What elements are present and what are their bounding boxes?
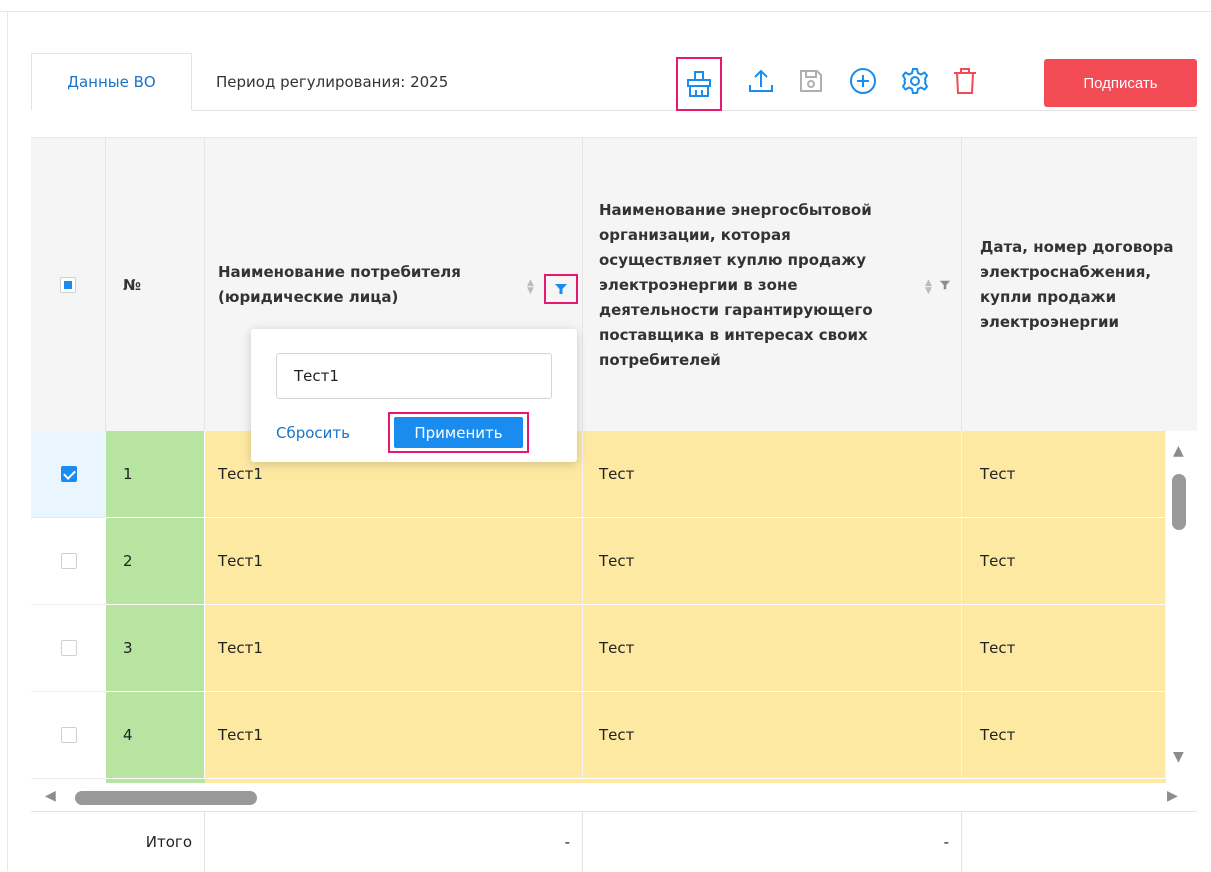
- column-header-label: Наименование энергосбытовой организации,…: [599, 200, 873, 369]
- filter-apply-button[interactable]: Применить: [394, 417, 523, 448]
- table-row[interactable]: 1 Тест1 Тест Тест: [31, 431, 1166, 518]
- broom-icon: [687, 71, 711, 97]
- clear-filters-button[interactable]: [676, 57, 722, 111]
- cell-energy-org[interactable]: Тест: [583, 692, 962, 779]
- select-all-checkbox[interactable]: [60, 277, 76, 293]
- table-header: № Наименование потребителя (юридические …: [31, 137, 1197, 432]
- cell-contract[interactable]: Тест: [962, 518, 1166, 605]
- table-row[interactable]: 2 Тест1 Тест Тест: [31, 518, 1166, 605]
- horizontal-scrollbar[interactable]: ◀ ▶: [31, 783, 1197, 811]
- vertical-scrollbar[interactable]: ▲ ▼: [1167, 431, 1195, 774]
- header-select-all-cell: [31, 138, 106, 432]
- row-checkbox-cell: [31, 605, 106, 692]
- apply-highlight: Применить: [388, 412, 529, 453]
- header-energy-org: Наименование энергосбытовой организации,…: [583, 138, 962, 432]
- sort-icon[interactable]: ▲ ▼: [925, 279, 932, 296]
- row-checkbox[interactable]: [60, 640, 77, 656]
- row-checkbox-cell: [31, 518, 106, 605]
- filter-icon[interactable]: [939, 279, 951, 291]
- sort-icon[interactable]: ▲ ▼: [527, 279, 534, 296]
- cell-number: 1: [106, 431, 205, 518]
- tab-label: Период регулирования: 2025: [216, 72, 449, 91]
- tab-label: Данные ВО: [67, 73, 156, 91]
- cell-contract[interactable]: Тест: [962, 605, 1166, 692]
- cell-consumer[interactable]: Тест1: [205, 518, 583, 605]
- row-checkbox[interactable]: [60, 553, 77, 569]
- scroll-right-arrow-icon[interactable]: ▶: [1167, 788, 1178, 804]
- upload-icon: [749, 69, 773, 92]
- delete-button[interactable]: [947, 63, 983, 99]
- scroll-down-arrow-icon[interactable]: ▼: [1173, 749, 1184, 765]
- save-button[interactable]: [793, 63, 829, 99]
- totals-label: Итого: [31, 812, 205, 872]
- tab-regulation-period[interactable]: Период регулирования: 2025: [192, 53, 687, 111]
- cell-contract[interactable]: Тест: [962, 431, 1166, 518]
- header-contract: Дата, номер договора электроснабжения, к…: [962, 138, 1197, 432]
- cell-energy-org[interactable]: Тест: [583, 605, 962, 692]
- column-header-label: Дата, номер договора электроснабжения, к…: [980, 238, 1174, 331]
- scroll-left-arrow-icon[interactable]: ◀: [45, 788, 56, 804]
- table-row[interactable]: 3 Тест1 Тест Тест: [31, 605, 1166, 692]
- tab-data-vo[interactable]: Данные ВО: [31, 53, 192, 111]
- trash-icon: [954, 68, 976, 94]
- frame-border-top: [0, 11, 1211, 12]
- sign-button[interactable]: Подписать: [1044, 59, 1197, 107]
- frame-border-left: [7, 11, 8, 871]
- filter-search-input[interactable]: [276, 353, 552, 399]
- add-button[interactable]: [845, 63, 881, 99]
- settings-button[interactable]: [897, 63, 933, 99]
- add-circle-icon: [850, 68, 876, 94]
- settings-icon: [901, 68, 929, 94]
- totals-energy-org: -: [583, 812, 962, 872]
- row-checkbox-cell: [31, 431, 106, 518]
- cell-contract[interactable]: Тест: [962, 692, 1166, 779]
- row-checkbox-cell: [31, 692, 106, 779]
- header-number: №: [106, 138, 205, 432]
- column-header-label: Наименование потребителя (юридические ли…: [218, 263, 461, 306]
- vertical-scroll-thumb[interactable]: [1172, 474, 1186, 530]
- tab-divider: [687, 110, 1197, 111]
- cell-energy-org[interactable]: Тест: [583, 431, 962, 518]
- totals-row: Итого - -: [31, 811, 1197, 872]
- row-checkbox[interactable]: [60, 466, 77, 482]
- column-header-label: №: [123, 275, 142, 294]
- cell-number: 3: [106, 605, 205, 692]
- horizontal-scroll-thumb[interactable]: [75, 791, 257, 805]
- upload-button[interactable]: [743, 63, 779, 99]
- scroll-up-arrow-icon[interactable]: ▲: [1173, 443, 1184, 459]
- cell-consumer[interactable]: Тест1: [205, 692, 583, 779]
- cell-energy-org[interactable]: Тест: [583, 518, 962, 605]
- save-icon: [800, 70, 822, 92]
- filter-icon: [555, 284, 567, 294]
- table-row[interactable]: 4 Тест1 Тест Тест: [31, 692, 1166, 779]
- cell-consumer[interactable]: Тест1: [205, 605, 583, 692]
- cell-number: 2: [106, 518, 205, 605]
- cell-number: 4: [106, 692, 205, 779]
- row-checkbox[interactable]: [60, 727, 77, 743]
- column-filter-button[interactable]: [544, 274, 578, 304]
- totals-consumer: -: [205, 812, 583, 872]
- filter-dropdown: Сбросить Применить: [251, 329, 577, 462]
- filter-reset-link[interactable]: Сбросить: [276, 424, 350, 442]
